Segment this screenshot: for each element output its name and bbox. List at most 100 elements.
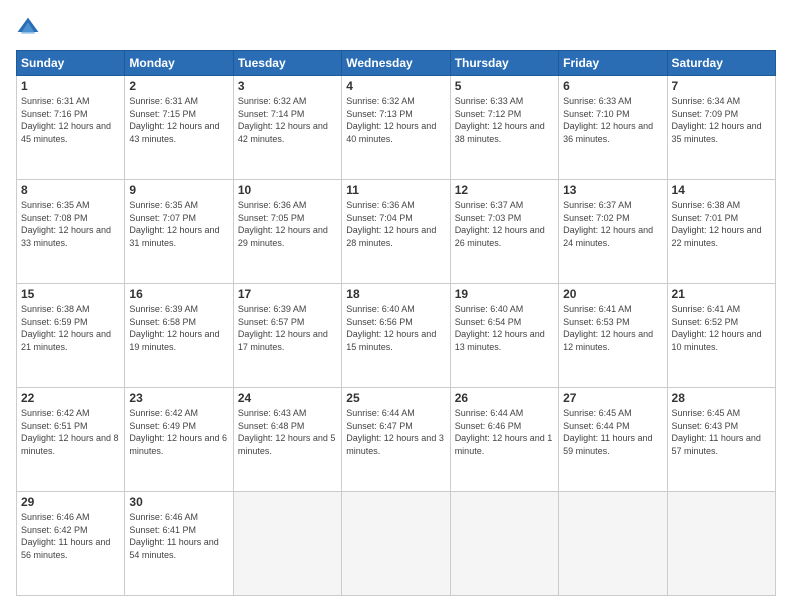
day-info: Sunrise: 6:38 AMSunset: 7:01 PMDaylight:… bbox=[672, 199, 771, 249]
day-number: 6 bbox=[563, 79, 662, 93]
day-number: 21 bbox=[672, 287, 771, 301]
day-cell-8: 8 Sunrise: 6:35 AMSunset: 7:08 PMDayligh… bbox=[17, 180, 125, 284]
day-number: 16 bbox=[129, 287, 228, 301]
day-info: Sunrise: 6:35 AMSunset: 7:08 PMDaylight:… bbox=[21, 199, 120, 249]
day-info: Sunrise: 6:33 AMSunset: 7:12 PMDaylight:… bbox=[455, 95, 554, 145]
day-info: Sunrise: 6:32 AMSunset: 7:14 PMDaylight:… bbox=[238, 95, 337, 145]
day-info: Sunrise: 6:43 AMSunset: 6:48 PMDaylight:… bbox=[238, 407, 337, 457]
day-cell-18: 18 Sunrise: 6:40 AMSunset: 6:56 PMDaylig… bbox=[342, 284, 450, 388]
header-thursday: Thursday bbox=[450, 51, 558, 76]
day-number: 24 bbox=[238, 391, 337, 405]
day-info: Sunrise: 6:42 AMSunset: 6:49 PMDaylight:… bbox=[129, 407, 228, 457]
empty-cell-4-3 bbox=[342, 492, 450, 596]
day-cell-1: 1 Sunrise: 6:31 AMSunset: 7:16 PMDayligh… bbox=[17, 76, 125, 180]
day-info: Sunrise: 6:33 AMSunset: 7:10 PMDaylight:… bbox=[563, 95, 662, 145]
header-sunday: Sunday bbox=[17, 51, 125, 76]
day-info: Sunrise: 6:45 AMSunset: 6:43 PMDaylight:… bbox=[672, 407, 771, 457]
day-cell-2: 2 Sunrise: 6:31 AMSunset: 7:15 PMDayligh… bbox=[125, 76, 233, 180]
day-cell-19: 19 Sunrise: 6:40 AMSunset: 6:54 PMDaylig… bbox=[450, 284, 558, 388]
day-number: 30 bbox=[129, 495, 228, 509]
day-number: 22 bbox=[21, 391, 120, 405]
day-cell-26: 26 Sunrise: 6:44 AMSunset: 6:46 PMDaylig… bbox=[450, 388, 558, 492]
day-cell-12: 12 Sunrise: 6:37 AMSunset: 7:03 PMDaylig… bbox=[450, 180, 558, 284]
day-cell-9: 9 Sunrise: 6:35 AMSunset: 7:07 PMDayligh… bbox=[125, 180, 233, 284]
day-cell-21: 21 Sunrise: 6:41 AMSunset: 6:52 PMDaylig… bbox=[667, 284, 775, 388]
day-number: 8 bbox=[21, 183, 120, 197]
day-number: 11 bbox=[346, 183, 445, 197]
day-info: Sunrise: 6:39 AMSunset: 6:57 PMDaylight:… bbox=[238, 303, 337, 353]
week-row-3: 15 Sunrise: 6:38 AMSunset: 6:59 PMDaylig… bbox=[17, 284, 776, 388]
day-number: 12 bbox=[455, 183, 554, 197]
day-number: 20 bbox=[563, 287, 662, 301]
page: Sunday Monday Tuesday Wednesday Thursday… bbox=[0, 0, 792, 612]
day-cell-17: 17 Sunrise: 6:39 AMSunset: 6:57 PMDaylig… bbox=[233, 284, 341, 388]
day-info: Sunrise: 6:42 AMSunset: 6:51 PMDaylight:… bbox=[21, 407, 120, 457]
day-info: Sunrise: 6:31 AMSunset: 7:15 PMDaylight:… bbox=[129, 95, 228, 145]
day-number: 23 bbox=[129, 391, 228, 405]
calendar-table: Sunday Monday Tuesday Wednesday Thursday… bbox=[16, 50, 776, 596]
day-info: Sunrise: 6:44 AMSunset: 6:47 PMDaylight:… bbox=[346, 407, 445, 457]
day-number: 25 bbox=[346, 391, 445, 405]
day-number: 10 bbox=[238, 183, 337, 197]
day-info: Sunrise: 6:45 AMSunset: 6:44 PMDaylight:… bbox=[563, 407, 662, 457]
day-info: Sunrise: 6:46 AMSunset: 6:41 PMDaylight:… bbox=[129, 511, 228, 561]
day-cell-20: 20 Sunrise: 6:41 AMSunset: 6:53 PMDaylig… bbox=[559, 284, 667, 388]
week-row-4: 22 Sunrise: 6:42 AMSunset: 6:51 PMDaylig… bbox=[17, 388, 776, 492]
day-number: 14 bbox=[672, 183, 771, 197]
day-cell-22: 22 Sunrise: 6:42 AMSunset: 6:51 PMDaylig… bbox=[17, 388, 125, 492]
empty-cell-4-4 bbox=[450, 492, 558, 596]
header bbox=[16, 16, 776, 40]
day-number: 7 bbox=[672, 79, 771, 93]
day-info: Sunrise: 6:46 AMSunset: 6:42 PMDaylight:… bbox=[21, 511, 120, 561]
day-cell-13: 13 Sunrise: 6:37 AMSunset: 7:02 PMDaylig… bbox=[559, 180, 667, 284]
weekday-header-row: Sunday Monday Tuesday Wednesday Thursday… bbox=[17, 51, 776, 76]
day-number: 26 bbox=[455, 391, 554, 405]
header-wednesday: Wednesday bbox=[342, 51, 450, 76]
day-number: 28 bbox=[672, 391, 771, 405]
day-number: 4 bbox=[346, 79, 445, 93]
week-row-5: 29 Sunrise: 6:46 AMSunset: 6:42 PMDaylig… bbox=[17, 492, 776, 596]
day-cell-5: 5 Sunrise: 6:33 AMSunset: 7:12 PMDayligh… bbox=[450, 76, 558, 180]
day-info: Sunrise: 6:40 AMSunset: 6:54 PMDaylight:… bbox=[455, 303, 554, 353]
day-cell-24: 24 Sunrise: 6:43 AMSunset: 6:48 PMDaylig… bbox=[233, 388, 341, 492]
week-row-1: 1 Sunrise: 6:31 AMSunset: 7:16 PMDayligh… bbox=[17, 76, 776, 180]
day-number: 13 bbox=[563, 183, 662, 197]
day-info: Sunrise: 6:36 AMSunset: 7:04 PMDaylight:… bbox=[346, 199, 445, 249]
empty-cell-4-6 bbox=[667, 492, 775, 596]
day-cell-3: 3 Sunrise: 6:32 AMSunset: 7:14 PMDayligh… bbox=[233, 76, 341, 180]
day-number: 27 bbox=[563, 391, 662, 405]
day-number: 18 bbox=[346, 287, 445, 301]
empty-cell-4-2 bbox=[233, 492, 341, 596]
day-number: 15 bbox=[21, 287, 120, 301]
day-cell-11: 11 Sunrise: 6:36 AMSunset: 7:04 PMDaylig… bbox=[342, 180, 450, 284]
day-info: Sunrise: 6:31 AMSunset: 7:16 PMDaylight:… bbox=[21, 95, 120, 145]
day-cell-10: 10 Sunrise: 6:36 AMSunset: 7:05 PMDaylig… bbox=[233, 180, 341, 284]
day-cell-28: 28 Sunrise: 6:45 AMSunset: 6:43 PMDaylig… bbox=[667, 388, 775, 492]
day-number: 29 bbox=[21, 495, 120, 509]
day-info: Sunrise: 6:39 AMSunset: 6:58 PMDaylight:… bbox=[129, 303, 228, 353]
logo-icon bbox=[16, 16, 40, 40]
day-cell-30: 30 Sunrise: 6:46 AMSunset: 6:41 PMDaylig… bbox=[125, 492, 233, 596]
day-cell-29: 29 Sunrise: 6:46 AMSunset: 6:42 PMDaylig… bbox=[17, 492, 125, 596]
day-number: 17 bbox=[238, 287, 337, 301]
day-info: Sunrise: 6:34 AMSunset: 7:09 PMDaylight:… bbox=[672, 95, 771, 145]
day-info: Sunrise: 6:37 AMSunset: 7:03 PMDaylight:… bbox=[455, 199, 554, 249]
day-number: 2 bbox=[129, 79, 228, 93]
day-info: Sunrise: 6:38 AMSunset: 6:59 PMDaylight:… bbox=[21, 303, 120, 353]
header-monday: Monday bbox=[125, 51, 233, 76]
day-info: Sunrise: 6:41 AMSunset: 6:53 PMDaylight:… bbox=[563, 303, 662, 353]
day-cell-14: 14 Sunrise: 6:38 AMSunset: 7:01 PMDaylig… bbox=[667, 180, 775, 284]
day-number: 19 bbox=[455, 287, 554, 301]
day-cell-16: 16 Sunrise: 6:39 AMSunset: 6:58 PMDaylig… bbox=[125, 284, 233, 388]
day-cell-27: 27 Sunrise: 6:45 AMSunset: 6:44 PMDaylig… bbox=[559, 388, 667, 492]
day-cell-25: 25 Sunrise: 6:44 AMSunset: 6:47 PMDaylig… bbox=[342, 388, 450, 492]
day-info: Sunrise: 6:37 AMSunset: 7:02 PMDaylight:… bbox=[563, 199, 662, 249]
day-number: 1 bbox=[21, 79, 120, 93]
day-info: Sunrise: 6:32 AMSunset: 7:13 PMDaylight:… bbox=[346, 95, 445, 145]
day-cell-15: 15 Sunrise: 6:38 AMSunset: 6:59 PMDaylig… bbox=[17, 284, 125, 388]
day-number: 3 bbox=[238, 79, 337, 93]
logo bbox=[16, 16, 44, 40]
empty-cell-4-5 bbox=[559, 492, 667, 596]
header-friday: Friday bbox=[559, 51, 667, 76]
day-cell-6: 6 Sunrise: 6:33 AMSunset: 7:10 PMDayligh… bbox=[559, 76, 667, 180]
